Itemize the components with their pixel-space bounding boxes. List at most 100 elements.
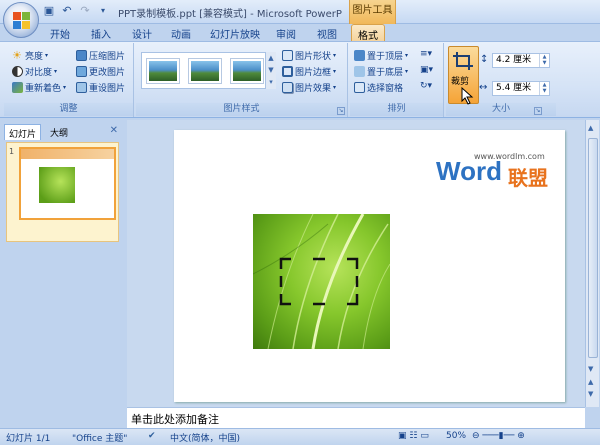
recolor-button[interactable]: 重新着色 ▾: [12, 81, 66, 94]
height-icon: ↕: [480, 54, 489, 65]
save-icon[interactable]: ▣: [42, 4, 56, 18]
send-to-back-button[interactable]: 置于底层 ▾: [354, 65, 408, 78]
thumb-leaf: [39, 167, 75, 203]
normal-view-icon[interactable]: ▣: [398, 431, 407, 441]
width-field[interactable]: 5.4 厘米 ▲ ▼: [492, 81, 550, 96]
prev-slide-icon[interactable]: ▲: [588, 378, 593, 386]
picture-effects-button[interactable]: 图片效果 ▾: [282, 81, 336, 94]
slide-sorter-icon[interactable]: ☷: [409, 431, 417, 441]
send-back-icon: [354, 66, 365, 77]
scroll-up-icon[interactable]: ▲: [588, 124, 593, 132]
width-icon: ↔: [479, 82, 488, 93]
tab-slideshow[interactable]: 幻灯片放映: [210, 26, 260, 41]
chevron-down-icon: ▾: [63, 84, 67, 91]
bring-to-front-button[interactable]: 置于顶层 ▾: [354, 49, 408, 62]
crop-icon: [453, 52, 473, 70]
slide-thumbnail[interactable]: [19, 147, 116, 220]
arrange-group: 置于顶层 ▾ 置于底层 ▾ 选择窗格 ≡▾ ▣▾ ↻▾ 排列: [350, 43, 444, 117]
undo-icon[interactable]: ↶: [60, 4, 74, 18]
tab-review[interactable]: 审阅: [276, 26, 296, 41]
chevron-down-icon: ▾: [333, 84, 337, 91]
watermark-lianmeng: 联盟: [508, 166, 548, 190]
zoom-slider[interactable]: ⊖ ───▮── ⊕: [472, 431, 525, 441]
view-buttons: ▣ ☷ ▭: [398, 431, 429, 441]
thumb-header: [21, 149, 114, 159]
slide-workspace: www.wordlm.com Word 联盟: [127, 120, 585, 407]
scroll-down-icon[interactable]: ▼: [588, 365, 593, 373]
picture-border-button[interactable]: 图片边框 ▾: [282, 65, 336, 78]
ribbon: ☀ 亮度 ▾ 对比度 ▾ 重新着色 ▾ 压缩图片 更改图片 重设图片 调整 ▲ …: [0, 41, 600, 118]
title-bar: ▣ ↶ ↷ ▾ PPT录制模板.ppt [兼容模式] - Microsoft P…: [0, 0, 600, 24]
next-slide-icon[interactable]: ▼: [588, 390, 593, 398]
vertical-scrollbar[interactable]: ▲ ▼ ▲ ▼: [585, 120, 599, 407]
spellcheck-icon[interactable]: ✔: [148, 431, 156, 441]
group-label-adjust: 调整: [4, 103, 133, 116]
dialog-launcher-icon[interactable]: ↘: [337, 107, 345, 115]
watermark-word: Word: [436, 156, 502, 186]
slide-number: 1: [9, 147, 15, 156]
tab-view[interactable]: 视图: [317, 26, 337, 41]
picture-style-thumb[interactable]: [188, 58, 222, 84]
picture-style-thumb[interactable]: [230, 58, 264, 84]
dialog-launcher-icon[interactable]: ↘: [534, 107, 542, 115]
spin-arrows-icon[interactable]: ▲ ▼: [539, 54, 549, 67]
rotate-icon[interactable]: ↻▾: [420, 81, 432, 91]
align-icon[interactable]: ≡▾: [420, 49, 432, 59]
scrollbar-thumb[interactable]: [588, 138, 598, 358]
office-logo-icon: [13, 12, 31, 30]
tab-animation[interactable]: 动画: [171, 26, 191, 41]
chevron-down-icon: ▾: [333, 68, 337, 75]
chevron-down-icon: ▾: [45, 52, 49, 59]
picture-style-thumb[interactable]: [146, 58, 180, 84]
gallery-scroll[interactable]: ▲ ▼ ▾: [265, 52, 276, 89]
adjust-group: ☀ 亮度 ▾ 对比度 ▾ 重新着色 ▾ 压缩图片 更改图片 重设图片 调整: [4, 43, 134, 117]
picture-style-gallery[interactable]: [141, 52, 276, 89]
leaf-picture[interactable]: [253, 214, 390, 349]
selection-pane-button[interactable]: 选择窗格: [354, 81, 403, 94]
close-icon[interactable]: ✕: [110, 125, 118, 136]
redo-icon[interactable]: ↷: [78, 4, 92, 18]
notes-pane[interactable]: 单击此处添加备注: [127, 407, 585, 428]
sun-icon: ☀: [12, 49, 22, 62]
picture-shape-button[interactable]: 图片形状 ▾: [282, 49, 336, 62]
reset-picture-button[interactable]: 重设图片: [76, 81, 125, 94]
quick-access-toolbar: ▣ ↶ ↷ ▾: [42, 4, 110, 18]
tab-insert[interactable]: 插入: [91, 26, 111, 41]
cursor-icon: [461, 87, 474, 105]
chevron-down-icon: ▾: [54, 68, 58, 75]
chevron-down-icon[interactable]: ▾: [96, 4, 110, 18]
change-picture-button[interactable]: 更改图片: [76, 65, 125, 78]
group-label-styles: 图片样式: [136, 103, 347, 116]
compress-button[interactable]: 压缩图片: [76, 49, 125, 62]
tab-outline[interactable]: 大纲: [46, 124, 72, 140]
crop-handles[interactable]: [253, 214, 390, 349]
reset-picture-icon: [76, 82, 87, 93]
slides-pane: 幻灯片 大纲 ✕ 1: [0, 120, 125, 427]
crop-button[interactable]: 裁剪: [448, 46, 479, 105]
chevron-down-icon: ▾: [405, 52, 409, 59]
slide-canvas[interactable]: www.wordlm.com Word 联盟: [174, 130, 565, 402]
brightness-button[interactable]: ☀ 亮度 ▾: [12, 49, 48, 62]
compress-icon: [76, 50, 87, 61]
tab-format[interactable]: 格式: [351, 24, 385, 42]
notes-placeholder: 单击此处添加备注: [131, 413, 219, 426]
slide-thumbnail-item[interactable]: 1: [6, 142, 119, 242]
language-label: 中文(简体，中国): [170, 434, 241, 444]
height-field[interactable]: 4.2 厘米 ▲ ▼: [492, 53, 550, 68]
zoom-level: 50%: [446, 431, 467, 441]
group-icon[interactable]: ▣▾: [420, 65, 433, 75]
shape-icon: [282, 50, 293, 61]
slideshow-icon[interactable]: ▭: [420, 431, 429, 441]
tab-slides[interactable]: 幻灯片: [4, 124, 42, 140]
tab-design[interactable]: 设计: [132, 26, 152, 41]
context-tool-label: 图片工具: [349, 0, 396, 24]
office-button[interactable]: [3, 2, 39, 38]
bring-front-icon: [354, 50, 365, 61]
chevron-down-icon: ▾: [405, 68, 409, 75]
contrast-button[interactable]: 对比度 ▾: [12, 65, 57, 78]
contrast-icon: [12, 66, 23, 77]
slide-counter: 幻灯片 1/1: [6, 434, 51, 444]
recolor-icon: [12, 82, 23, 93]
tab-home[interactable]: 开始: [50, 26, 70, 41]
spin-arrows-icon[interactable]: ▲ ▼: [539, 82, 549, 95]
